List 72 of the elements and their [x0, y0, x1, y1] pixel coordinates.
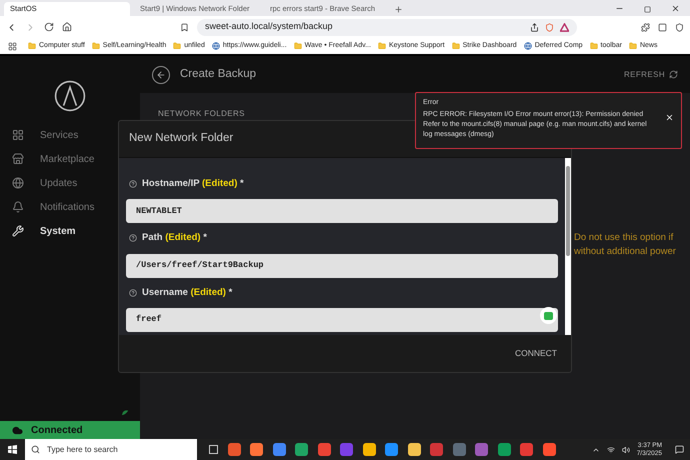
- search-field[interactable]: Type here to search: [25, 439, 197, 460]
- app-icon[interactable]: [408, 443, 420, 456]
- close-icon[interactable]: [671, 4, 680, 13]
- app-icon[interactable]: [250, 443, 263, 456]
- nav-item[interactable]: System: [12, 222, 140, 240]
- help-icon[interactable]: [129, 234, 137, 242]
- new-tab-icon[interactable]: [394, 5, 403, 14]
- app-icon[interactable]: [362, 443, 376, 456]
- triangle-icon[interactable]: [560, 22, 569, 32]
- nav-icon: [12, 177, 24, 189]
- back-button[interactable]: [152, 66, 170, 84]
- maximize-icon[interactable]: [644, 6, 651, 13]
- warning-text: Do not use this option if: [574, 231, 674, 245]
- windows-icon[interactable]: [8, 445, 17, 454]
- app-icon[interactable]: [228, 443, 240, 456]
- globe-icon: [212, 42, 220, 50]
- nav-icon: [12, 201, 24, 213]
- help-icon[interactable]: [129, 180, 137, 188]
- folder-icon: [628, 42, 637, 50]
- task-view-icon[interactable]: [209, 445, 218, 454]
- volume-icon: [622, 446, 630, 454]
- folder-icon: [590, 42, 598, 50]
- nav-icon: [12, 153, 24, 165]
- warning-text: without additional power: [574, 245, 676, 260]
- app-icon[interactable]: [385, 443, 398, 456]
- sidebar-icon[interactable]: [658, 22, 667, 32]
- folder-icon: [452, 42, 460, 50]
- field-label: Path (Edited) *: [142, 231, 207, 246]
- app-icon[interactable]: [542, 443, 556, 456]
- text-field[interactable]: /Users/freef/Start9Backup: [126, 254, 558, 278]
- cloud-icon: [12, 424, 23, 436]
- apps-icon[interactable]: [8, 42, 17, 50]
- url-text: sweet-auto.local/system/backup: [205, 20, 333, 34]
- notification-icon[interactable]: [675, 445, 684, 454]
- scrollbar[interactable]: [565, 158, 571, 335]
- folder-icon: [92, 42, 100, 50]
- folder-icon: [294, 42, 302, 50]
- dialog-title: New Network Folder: [129, 131, 234, 146]
- refresh-button[interactable]: REFRESH: [624, 68, 678, 80]
- text-field[interactable]: NEWTABLET: [126, 199, 558, 224]
- arrow-icon: [156, 70, 166, 80]
- wifi-icon: [606, 446, 615, 454]
- nav-icon: [12, 225, 24, 237]
- shield-icon[interactable]: [675, 22, 684, 32]
- page-title: Create Backup: [180, 66, 256, 82]
- field-label: Username (Edited) *: [142, 286, 232, 300]
- address-field[interactable]: sweet-auto.local/system/backup: [197, 18, 577, 36]
- nav-icon: [12, 129, 24, 141]
- field-label: Hostname/IP (Edited) *: [142, 177, 244, 191]
- app-icon[interactable]: [318, 443, 330, 456]
- logo-icon: [54, 80, 86, 112]
- extensions-icon[interactable]: [641, 22, 650, 32]
- share-icon[interactable]: [530, 22, 539, 32]
- globe-icon: [524, 42, 532, 50]
- folder-icon: [173, 42, 182, 50]
- connection-status: Connected: [0, 421, 140, 439]
- home-icon[interactable]: [62, 22, 72, 32]
- app-icon[interactable]: [498, 443, 510, 456]
- bookmark-icon[interactable]: [180, 22, 189, 32]
- folder-icon: [28, 42, 36, 50]
- app-icon[interactable]: [295, 443, 308, 456]
- nav-item[interactable]: Marketplace: [12, 150, 140, 168]
- app-icon[interactable]: [272, 443, 286, 456]
- nav-item[interactable]: Updates: [12, 174, 140, 192]
- connect-button[interactable]: CONNECT: [514, 347, 557, 360]
- section-heading: NETWORK FOLDERS: [158, 109, 245, 118]
- reload-icon[interactable]: [44, 22, 54, 32]
- help-icon[interactable]: [129, 288, 137, 297]
- refresh-icon: [669, 70, 678, 79]
- text-field[interactable]: freef: [126, 308, 558, 332]
- folder-icon: [378, 42, 386, 50]
- search-icon: [31, 445, 40, 454]
